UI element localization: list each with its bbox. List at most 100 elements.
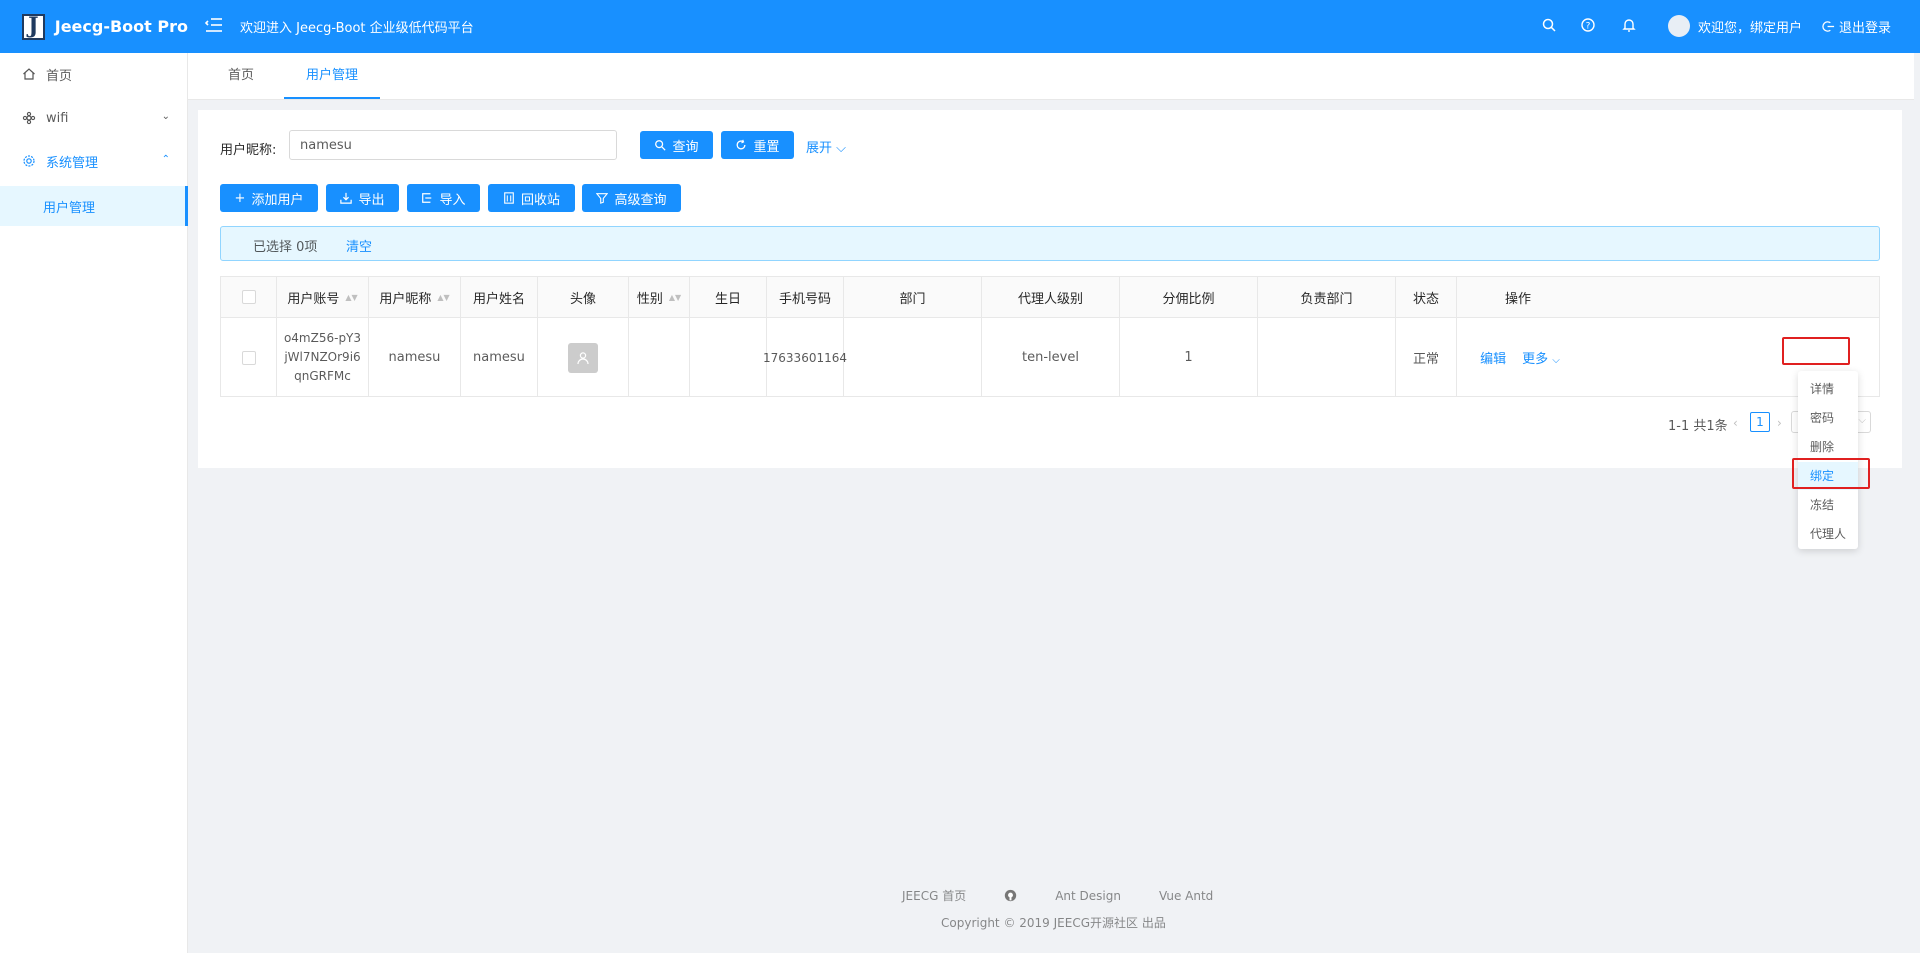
footer-link-vue-antd[interactable]: Vue Antd <box>1159 889 1213 903</box>
reload-icon <box>737 139 746 150</box>
home-icon <box>23 68 35 80</box>
app-name: Jeecg-Boot Pro <box>54 17 188 36</box>
search-icon[interactable] <box>1541 17 1559 35</box>
cell-birthday <box>690 318 767 397</box>
more-label: 更多 <box>1522 352 1549 367</box>
footer-links: JEECG 首页 Ant Design Vue Antd <box>902 887 1251 904</box>
expand-label: 展开 <box>806 141 833 156</box>
column-label: 头像 <box>569 291 596 307</box>
cell-commission: 1 <box>1120 318 1258 397</box>
plus-icon: + <box>234 190 246 206</box>
column-label: 分佣比例 <box>1162 291 1215 307</box>
chevron-down-icon: ⌵ <box>1552 355 1560 366</box>
column-label: 代理人级别 <box>1017 291 1083 307</box>
chevron-down-icon: ⌵ <box>836 141 847 156</box>
wifi-icon <box>22 111 36 125</box>
menu-item-delete[interactable]: 删除 <box>1798 433 1858 461</box>
column-header-department: 部门 <box>844 277 982 317</box>
column-label: 生日 <box>714 291 741 307</box>
column-header-commission: 分佣比例 <box>1120 277 1258 317</box>
user-table: 用户账号 ▲▼ 用户昵称 ▲▼ 用户姓名 头像 性别 ▲▼ 生日 手机号码 部门 代理… <box>220 276 1880 397</box>
column-label: 部门 <box>899 291 926 307</box>
logo[interactable]: J Jeecg-Boot Pro <box>0 0 188 53</box>
cell-status: 正常 <box>1396 318 1457 397</box>
filter-icon <box>596 193 609 204</box>
footer-link-jeecg[interactable]: JEECG 首页 <box>902 887 966 904</box>
column-header-gender[interactable]: 性别 ▲▼ <box>629 277 690 317</box>
reset-button[interactable]: 重置 <box>721 131 794 159</box>
menu-item-password[interactable]: 密码 <box>1798 404 1858 432</box>
gear-icon <box>23 155 35 167</box>
chevron-down-icon: ⌵ <box>1858 415 1866 426</box>
column-label: 手机号码 <box>778 291 831 307</box>
sidebar-item-label: 系统管理 <box>46 155 99 171</box>
row-checkbox[interactable] <box>241 350 256 365</box>
logout-button[interactable]: 退出登录 <box>1822 17 1891 36</box>
column-header-status: 状态 <box>1396 277 1457 317</box>
select-all-checkbox[interactable] <box>241 290 256 304</box>
sidebar-item-home[interactable]: 首页 <box>0 54 188 94</box>
advanced-query-label: 高级查询 <box>614 192 667 208</box>
footer-link-ant-design[interactable]: Ant Design <box>1055 889 1121 903</box>
cell-gender <box>629 318 690 397</box>
query-button[interactable]: 查询 <box>640 131 713 159</box>
search-icon <box>655 140 667 151</box>
next-page-icon[interactable]: › <box>1777 416 1782 430</box>
sidebar-item-user-management[interactable]: 用户管理 <box>0 186 188 226</box>
menu-item-freeze[interactable]: 冻结 <box>1798 491 1858 519</box>
sidebar-item-label: wifi <box>46 110 69 126</box>
pagination-total: 1-1 共1条 <box>1668 419 1728 434</box>
column-header-actions: 操作 <box>1457 277 1579 317</box>
main-card: 用户昵称: 查询 重置 展开 ⌵ + 添加用户 导出 导入 回收站 高级查询 已… <box>198 110 1902 468</box>
clear-selection-link[interactable]: 清空 <box>346 236 372 255</box>
page-number-button[interactable]: 1 <box>1750 412 1770 432</box>
column-label: 负责部门 <box>1300 291 1353 307</box>
prev-page-icon[interactable]: ‹ <box>1733 416 1738 430</box>
advanced-query-button[interactable]: 高级查询 <box>582 184 681 212</box>
user-menu[interactable]: 欢迎您，绑定用户 <box>1668 15 1802 37</box>
logout-label: 退出登录 <box>1839 21 1892 36</box>
cell-nickname: namesu <box>369 318 461 397</box>
cell-agent-level: ten-level <box>982 318 1120 397</box>
menu-fold-icon[interactable] <box>204 15 224 35</box>
add-user-button[interactable]: + 添加用户 <box>220 184 318 212</box>
menu-item-detail[interactable]: 详情 <box>1798 375 1858 403</box>
sidebar-item-system[interactable]: 系统管理 ⌃ <box>0 141 188 181</box>
export-label: 导出 <box>358 192 385 208</box>
more-dropdown-trigger[interactable]: 更多 ⌵ <box>1522 348 1560 367</box>
export-button[interactable]: 导出 <box>326 184 399 212</box>
column-label: 用户姓名 <box>472 291 525 307</box>
sidebar-item-wifi[interactable]: wifi ⌄ <box>0 98 188 138</box>
github-icon[interactable] <box>1004 889 1017 902</box>
import-button[interactable]: 导入 <box>407 184 480 212</box>
cell-responsible-dept <box>1258 318 1396 397</box>
tab-user-management[interactable]: 用户管理 <box>284 53 381 99</box>
select-all-cell <box>221 277 277 317</box>
column-header-nickname[interactable]: 用户昵称 ▲▼ <box>369 277 461 317</box>
help-icon[interactable]: ? <box>1580 17 1598 35</box>
sidebar-item-label: 首页 <box>46 68 73 84</box>
welcome-text: 欢迎进入 Jeecg-Boot 企业级低代码平台 <box>240 21 474 36</box>
menu-item-agent[interactable]: 代理人 <box>1798 520 1858 548</box>
reset-button-label: 重置 <box>753 139 780 155</box>
cell-account: o4mZ56-pY3jWl7NZOr9i6qnGRFMc <box>277 318 369 397</box>
column-header-account[interactable]: 用户账号 ▲▼ <box>277 277 369 317</box>
column-header-phone: 手机号码 <box>767 277 844 317</box>
bell-icon[interactable] <box>1621 17 1639 35</box>
search-label: 用户昵称: <box>220 143 277 158</box>
cell-department <box>844 318 982 397</box>
logout-icon <box>1822 21 1835 32</box>
logo-mark: J <box>22 13 45 40</box>
column-header-realname: 用户姓名 <box>461 277 538 317</box>
column-label: 用户昵称 <box>379 291 432 307</box>
user-avatar-icon[interactable] <box>568 342 598 373</box>
highlight-more-button <box>1782 337 1850 365</box>
nickname-search-input[interactable] <box>289 130 617 160</box>
recycle-bin-button[interactable]: 回收站 <box>488 184 575 212</box>
expand-toggle[interactable]: 展开 ⌵ <box>806 137 846 156</box>
chevron-up-icon: ⌃ <box>161 154 170 165</box>
edit-link[interactable]: 编辑 <box>1480 348 1506 367</box>
avatar <box>1668 15 1690 37</box>
tab-home[interactable]: 首页 <box>206 53 276 99</box>
import-label: 导入 <box>439 192 466 208</box>
